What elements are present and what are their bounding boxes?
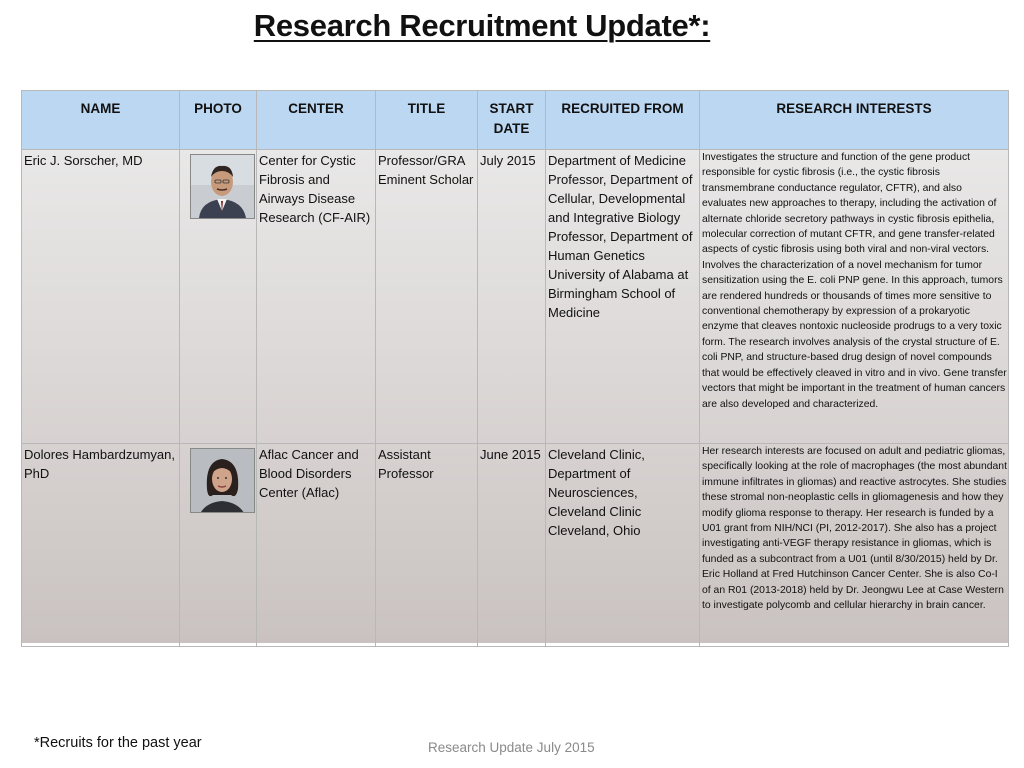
header-start-line1: START: [489, 101, 534, 116]
cell-name: Dolores Hambardzumyan, PhD: [21, 443, 180, 647]
slide-title: Research Recruitment Update*:: [253, 8, 711, 43]
person-photo: [190, 154, 255, 219]
cell-research-interests: Investigates the structure and function …: [699, 149, 1009, 444]
cell-photo: [179, 149, 257, 444]
cell-name: Eric J. Sorscher, MD: [21, 149, 180, 444]
cell-center: Aflac Cancer and Blood Disorders Center …: [256, 443, 376, 647]
header-start-date: START DATE: [477, 90, 546, 150]
header-research-interests: RESEARCH INTERESTS: [699, 90, 1009, 150]
cell-start-date: July 2015: [477, 149, 546, 444]
table-header-row: NAME PHOTO CENTER TITLE START DATE RECRU…: [21, 90, 1009, 150]
header-title: TITLE: [375, 90, 478, 150]
recruited-from-line: Cleveland, Ohio: [548, 523, 641, 538]
header-photo: PHOTO: [179, 90, 257, 150]
recruited-from-line: Cleveland Clinic, Department of Neurosci…: [548, 447, 645, 519]
header-recruited-from: RECRUITED FROM: [545, 90, 700, 150]
recruited-from-line: Professor, Department of Human Genetics: [548, 229, 693, 263]
recruited-from-line: Professor, Department of Cellular, Devel…: [548, 172, 693, 225]
footnote: *Recruits for the past year: [34, 735, 202, 751]
recruitment-table: NAME PHOTO CENTER TITLE START DATE RECRU…: [21, 90, 1009, 647]
cell-start-date: June 2015: [477, 443, 546, 647]
cell-title: Assistant Professor: [375, 443, 478, 647]
table-row: Eric J. Sorscher, MD Center for Cystic F…: [21, 149, 1009, 444]
cell-photo: [179, 443, 257, 647]
recruited-from-line: Department of Medicine: [548, 153, 687, 168]
header-center: CENTER: [256, 90, 376, 150]
portrait-female-icon: [191, 449, 254, 512]
portrait-male-icon: [191, 155, 254, 218]
cell-center: Center for Cystic Fibrosis and Airways D…: [256, 149, 376, 444]
cell-title: Professor/GRA Eminent Scholar: [375, 149, 478, 444]
cell-recruited-from: Department of Medicine Professor, Depart…: [545, 149, 700, 444]
slide-footer: Research Update July 2015: [428, 740, 595, 755]
header-name: NAME: [21, 90, 180, 150]
recruited-from-line: University of Alabama at Birmingham Scho…: [548, 267, 689, 320]
header-start-line2: DATE: [493, 121, 530, 136]
cell-research-interests: Her research interests are focused on ad…: [699, 443, 1009, 647]
table-row: Dolores Hambardzumyan, PhD Aflac Cancer …: [21, 443, 1009, 647]
cell-recruited-from: Cleveland Clinic, Department of Neurosci…: [545, 443, 700, 647]
person-photo: [190, 448, 255, 513]
recruitment-table-wrapper: NAME PHOTO CENTER TITLE START DATE RECRU…: [21, 90, 1009, 647]
